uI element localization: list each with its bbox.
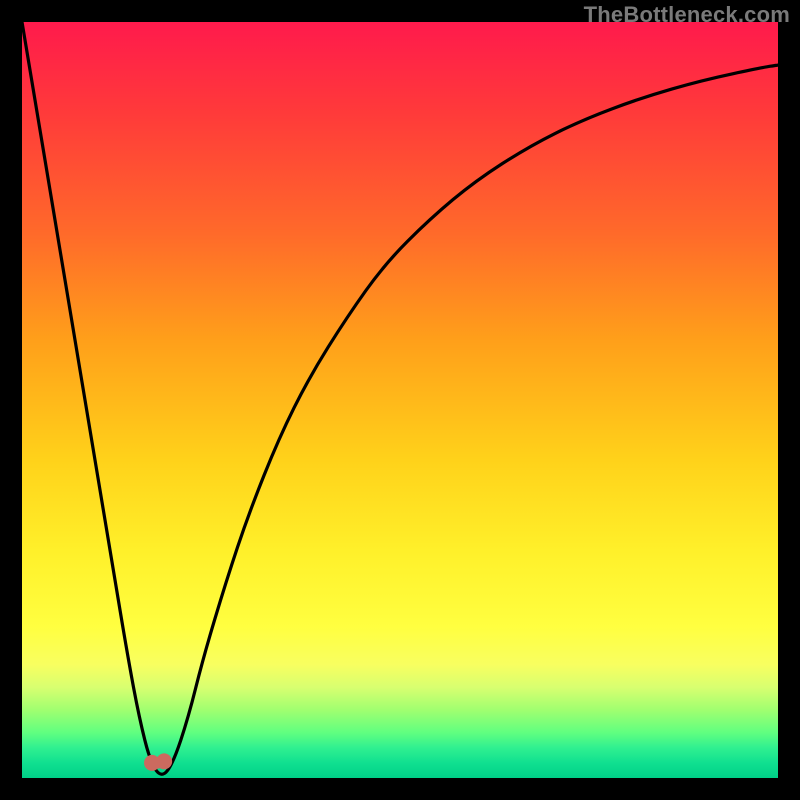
chart-frame: TheBottleneck.com — [0, 0, 800, 800]
marker-dot-1 — [157, 754, 172, 769]
bottleneck-curve — [22, 22, 778, 774]
chart-markers — [145, 754, 172, 771]
chart-svg — [22, 22, 778, 778]
watermark-text: TheBottleneck.com — [584, 2, 790, 28]
